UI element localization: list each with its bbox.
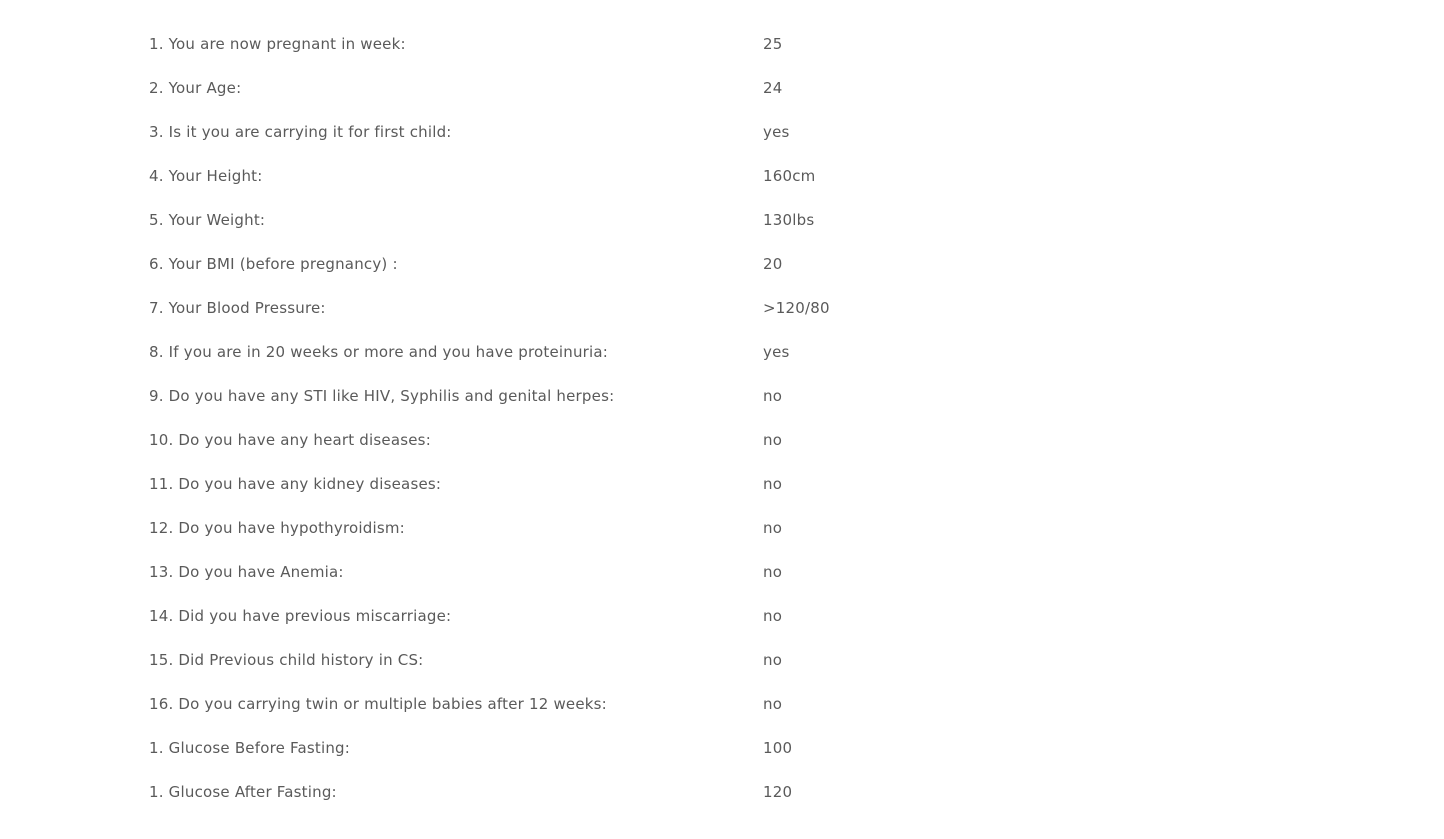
answer-value: 100	[763, 739, 793, 757]
question-label: 4. Your Height:	[149, 167, 263, 185]
answer-value: no	[763, 695, 783, 713]
answer-row-miscarriage: 14. Did you have previous miscarriage: n…	[149, 594, 1299, 638]
answer-value: 160cm	[763, 167, 816, 185]
answer-row-week: 1. You are now pregnant in week: 25	[149, 22, 1299, 66]
answer-row-sti: 9. Do you have any STI like HIV, Syphili…	[149, 374, 1299, 418]
answer-value: no	[763, 431, 783, 449]
question-label: 8. If you are in 20 weeks or more and yo…	[149, 343, 609, 361]
answer-value: 20	[763, 255, 783, 273]
answer-row-kidney-diseases: 11. Do you have any kidney diseases: no	[149, 462, 1299, 506]
answer-value: no	[763, 519, 783, 537]
question-label: 13. Do you have Anemia:	[149, 563, 344, 581]
question-label: 1. You are now pregnant in week:	[149, 35, 406, 53]
answer-row-glucose-before-fasting: 1. Glucose Before Fasting: 100	[149, 726, 1299, 770]
answer-row-proteinuria: 8. If you are in 20 weeks or more and yo…	[149, 330, 1299, 374]
answer-row-glucose-after-fasting: 1. Glucose After Fasting: 120	[149, 770, 1299, 814]
question-label: 15. Did Previous child history in CS:	[149, 651, 424, 669]
question-label: 1. Glucose After Fasting:	[149, 783, 337, 801]
answer-value: no	[763, 387, 783, 405]
answer-row-anemia: 13. Do you have Anemia: no	[149, 550, 1299, 594]
question-label: 12. Do you have hypothyroidism:	[149, 519, 405, 537]
answer-value: no	[763, 563, 783, 581]
answer-row-weight: 5. Your Weight: 130lbs	[149, 198, 1299, 242]
question-label: 11. Do you have any kidney diseases:	[149, 475, 442, 493]
answer-row-heart-diseases: 10. Do you have any heart diseases: no	[149, 418, 1299, 462]
question-label: 9. Do you have any STI like HIV, Syphili…	[149, 387, 615, 405]
answer-value: 25	[763, 35, 783, 53]
answer-value: no	[763, 475, 783, 493]
answer-value: 24	[763, 79, 783, 97]
answer-value: yes	[763, 123, 790, 141]
question-label: 14. Did you have previous miscarriage:	[149, 607, 452, 625]
answer-value: 120	[763, 783, 793, 801]
answer-row-multiple-babies: 16. Do you carrying twin or multiple bab…	[149, 682, 1299, 726]
question-label: 7. Your Blood Pressure:	[149, 299, 326, 317]
answer-row-first-child: 3. Is it you are carrying it for first c…	[149, 110, 1299, 154]
question-label: 16. Do you carrying twin or multiple bab…	[149, 695, 607, 713]
answer-value: no	[763, 607, 783, 625]
question-label: 3. Is it you are carrying it for first c…	[149, 123, 452, 141]
question-label: 5. Your Weight:	[149, 211, 266, 229]
answer-value: >120/80	[763, 299, 830, 317]
question-label: 2. Your Age:	[149, 79, 242, 97]
answer-value: 130lbs	[763, 211, 815, 229]
answer-row-age: 2. Your Age: 24	[149, 66, 1299, 110]
answers-summary: 1. You are now pregnant in week: 25 2. Y…	[149, 22, 1299, 814]
answer-row-cs-history: 15. Did Previous child history in CS: no	[149, 638, 1299, 682]
answer-row-height: 4. Your Height: 160cm	[149, 154, 1299, 198]
answer-value: no	[763, 651, 783, 669]
answer-row-hypothyroidism: 12. Do you have hypothyroidism: no	[149, 506, 1299, 550]
answer-value: yes	[763, 343, 790, 361]
question-label: 1. Glucose Before Fasting:	[149, 739, 351, 757]
answer-row-blood-pressure: 7. Your Blood Pressure: >120/80	[149, 286, 1299, 330]
question-label: 10. Do you have any heart diseases:	[149, 431, 431, 449]
question-label: 6. Your BMI (before pregnancy) :	[149, 255, 398, 273]
answer-row-bmi: 6. Your BMI (before pregnancy) : 20	[149, 242, 1299, 286]
